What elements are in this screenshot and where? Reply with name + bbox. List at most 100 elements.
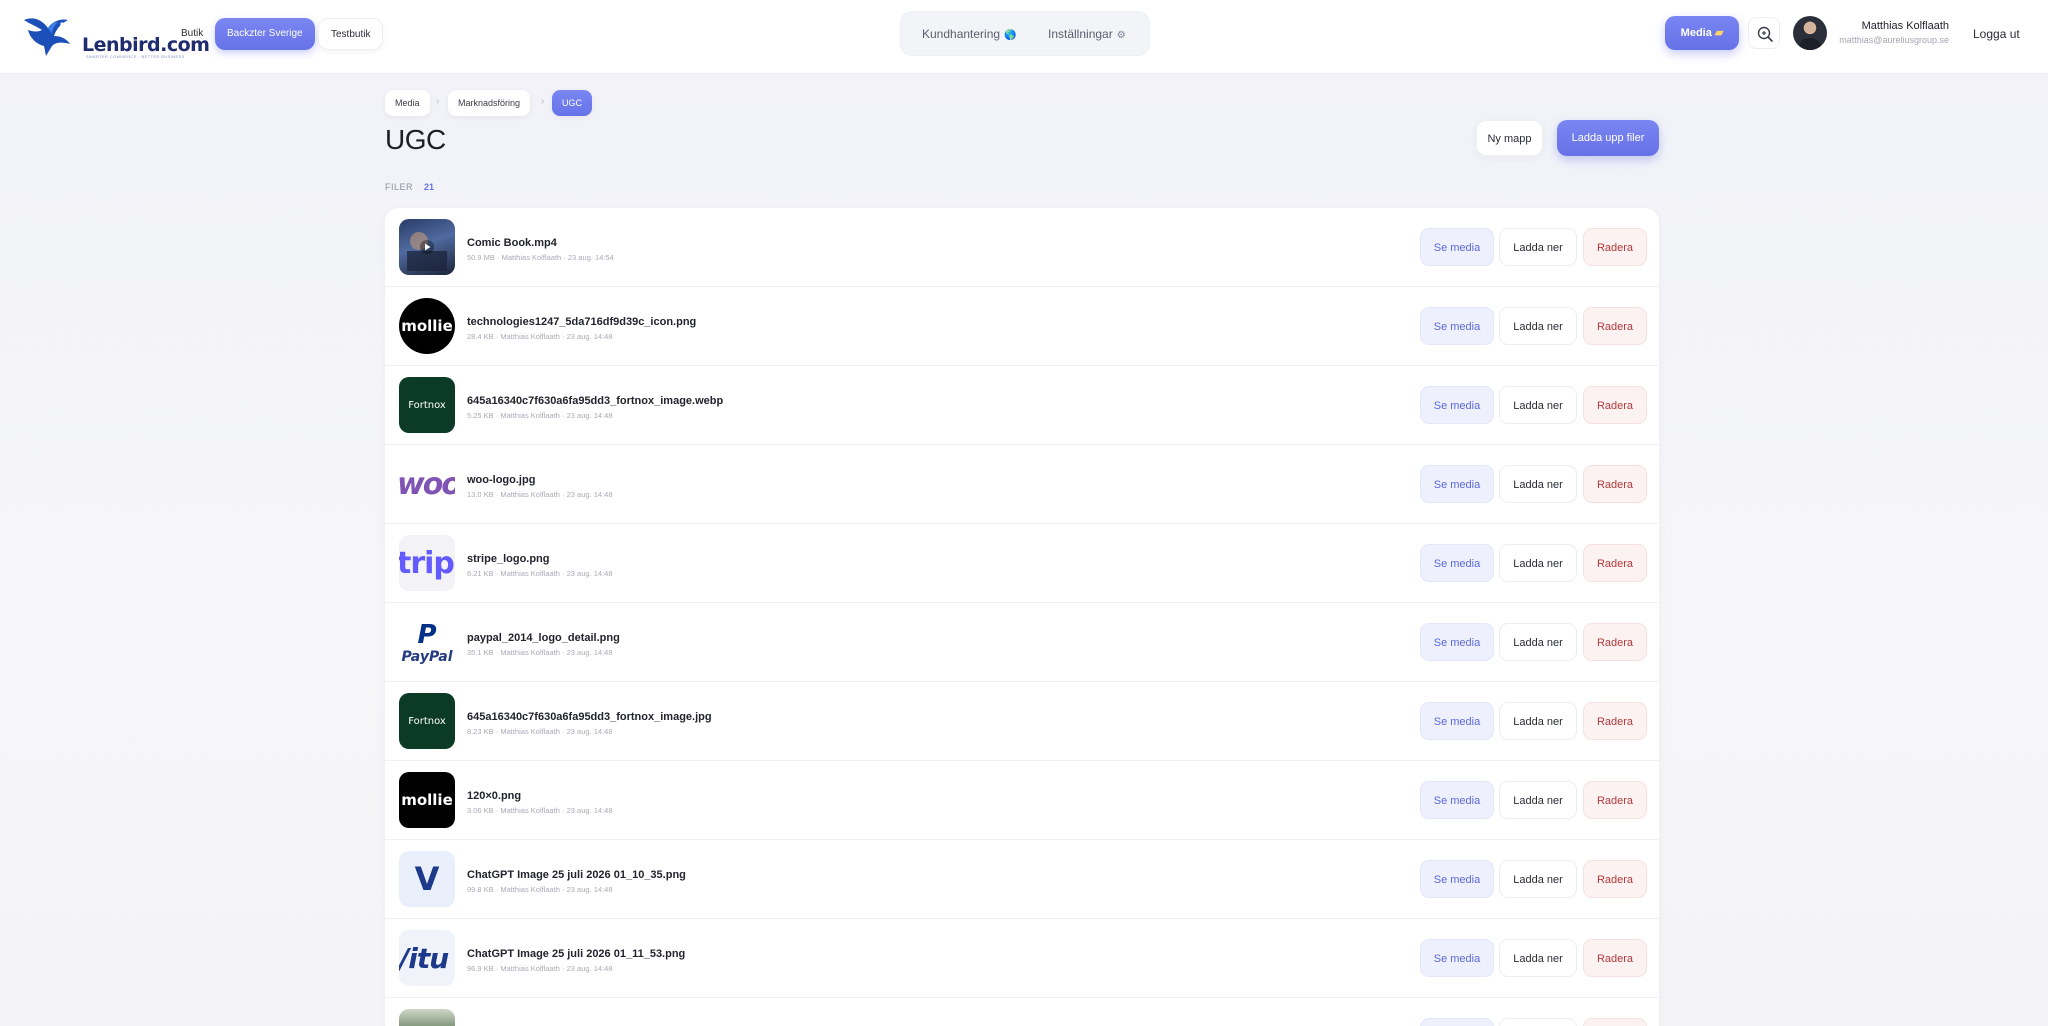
file-row[interactable]: tripe stripe_logo.png 6.21 KB · Matthias… bbox=[385, 524, 1659, 603]
file-row[interactable]: Se media Ladda ner Radera bbox=[385, 998, 1659, 1026]
file-row[interactable]: woo woo-logo.jpg 13.0 KB · Matthias Kolf… bbox=[385, 445, 1659, 524]
view-media-button[interactable]: Se media bbox=[1420, 228, 1494, 266]
file-meta: 35.1 KB · Matthias Kolflaath · 23 aug. 1… bbox=[467, 648, 613, 657]
view-media-button[interactable]: Se media bbox=[1420, 465, 1494, 503]
lenbird-logo[interactable]: Lenbird.com SMARTER COMMERCE · BETTER BU… bbox=[20, 10, 210, 60]
file-name: Comic Book.mp4 bbox=[467, 237, 557, 249]
files-count-badge: 21 bbox=[424, 182, 435, 192]
download-button[interactable]: Ladda ner bbox=[1499, 860, 1577, 898]
mollie-logo: mollie bbox=[399, 298, 455, 354]
file-row[interactable]: V ChatGPT Image 25 juli 2026 01_10_35.pn… bbox=[385, 840, 1659, 919]
file-row[interactable]: Fortnox 645a16340c7f630a6fa95dd3_fortnox… bbox=[385, 366, 1659, 445]
media-button[interactable]: Media ▰ bbox=[1665, 16, 1739, 50]
delete-button[interactable]: Radera bbox=[1583, 939, 1647, 977]
view-media-button[interactable]: Se media bbox=[1420, 939, 1494, 977]
thumb-label: mollie bbox=[401, 791, 453, 809]
file-meta: 28.4 KB · Matthias Kolflaath · 23 aug. 1… bbox=[467, 332, 613, 341]
delete-button[interactable]: Radera bbox=[1583, 623, 1647, 661]
view-media-button[interactable]: Se media bbox=[1420, 860, 1494, 898]
new-folder-button[interactable]: Ny mapp bbox=[1476, 120, 1543, 156]
image-thumbnail[interactable]: tripe bbox=[399, 535, 455, 591]
page-title: UGC bbox=[385, 124, 446, 155]
thumb-label: tripe bbox=[399, 545, 455, 581]
image-thumbnail[interactable]: Fortnox bbox=[399, 693, 455, 749]
download-button[interactable]: Ladda ner bbox=[1499, 307, 1577, 345]
breadcrumb-separator-icon: › bbox=[541, 96, 545, 107]
view-media-button[interactable]: Se media bbox=[1420, 544, 1494, 582]
search-button[interactable] bbox=[1748, 17, 1780, 49]
view-media-button[interactable]: Se media bbox=[1420, 386, 1494, 424]
main-nav: Kundhantering 🌎 Inställningar ⚙ bbox=[900, 11, 1150, 56]
store-backzter-sverige-button[interactable]: Backzter Sverige bbox=[215, 18, 315, 50]
delete-button[interactable]: Radera bbox=[1583, 702, 1647, 740]
delete-button[interactable]: Radera bbox=[1583, 544, 1647, 582]
file-name: 645a16340c7f630a6fa95dd3_fortnox_image.j… bbox=[467, 711, 712, 723]
view-media-button[interactable]: Se media bbox=[1420, 702, 1494, 740]
file-row[interactable]: P PayPal paypal_2014_logo_detail.png 35.… bbox=[385, 603, 1659, 682]
file-row[interactable]: Fortnox 645a16340c7f630a6fa95dd3_fortnox… bbox=[385, 682, 1659, 761]
file-meta: 96.9 KB · Matthias Kolflaath · 23 aug. 1… bbox=[467, 964, 613, 973]
image-thumbnail[interactable]: P PayPal bbox=[399, 614, 455, 670]
delete-button[interactable]: Radera bbox=[1583, 386, 1647, 424]
delete-button[interactable]: Radera bbox=[1583, 465, 1647, 503]
file-row[interactable]: Comic Book.mp4 50.9 MB · Matthias Kolfla… bbox=[385, 208, 1659, 287]
thumb-label: PayPal bbox=[401, 649, 453, 665]
store-butik-label[interactable]: Butik bbox=[169, 18, 215, 50]
image-thumbnail[interactable]: Fortnox bbox=[399, 377, 455, 433]
delete-button[interactable]: Radera bbox=[1583, 781, 1647, 819]
globe-icon: 🌎 bbox=[1004, 30, 1017, 41]
user-name: Matthias Kolflaath bbox=[1861, 20, 1949, 32]
view-media-button[interactable]: Se media bbox=[1420, 307, 1494, 345]
download-button[interactable]: Ladda ner bbox=[1499, 386, 1577, 424]
delete-button[interactable]: Radera bbox=[1583, 307, 1647, 345]
image-thumbnail[interactable]: mollie bbox=[399, 772, 455, 828]
file-name: 120×0.png bbox=[467, 790, 522, 802]
user-avatar[interactable] bbox=[1793, 16, 1827, 50]
download-button[interactable]: Ladda ner bbox=[1499, 939, 1577, 977]
file-row[interactable]: /itu ChatGPT Image 25 juli 2026 01_11_53… bbox=[385, 919, 1659, 998]
file-name: ChatGPT Image 25 juli 2026 01_11_53.png bbox=[467, 948, 686, 960]
file-name: woo-logo.jpg bbox=[467, 474, 536, 486]
file-meta: 99.8 KB · Matthias Kolflaath · 23 aug. 1… bbox=[467, 885, 613, 894]
download-button[interactable]: Ladda ner bbox=[1499, 623, 1577, 661]
nav-kundhantering[interactable]: Kundhantering 🌎 bbox=[922, 12, 1017, 57]
download-button[interactable]: Ladda ner bbox=[1499, 228, 1577, 266]
video-thumbnail[interactable] bbox=[399, 219, 455, 275]
nav-installningar[interactable]: Inställningar ⚙ bbox=[1048, 12, 1126, 57]
view-media-button[interactable]: Se media bbox=[1420, 623, 1494, 661]
file-name: paypal_2014_logo_detail.png bbox=[467, 632, 620, 644]
download-button[interactable]: Ladda ner bbox=[1499, 702, 1577, 740]
file-name: ChatGPT Image 25 juli 2026 01_10_35.png bbox=[467, 869, 686, 881]
media-button-label: Media bbox=[1680, 27, 1712, 39]
breadcrumb-marknadsforing[interactable]: Marknadsföring bbox=[448, 90, 531, 116]
delete-button[interactable]: Radera bbox=[1583, 860, 1647, 898]
view-media-button[interactable]: Se media bbox=[1420, 1018, 1494, 1026]
download-button[interactable]: Ladda ner bbox=[1499, 544, 1577, 582]
download-button[interactable]: Ladda ner bbox=[1499, 781, 1577, 819]
file-meta: 5.25 KB · Matthias Kolflaath · 23 aug. 1… bbox=[467, 411, 613, 420]
file-meta: 50.9 MB · Matthias Kolflaath · 23 aug. 1… bbox=[467, 253, 614, 262]
upload-files-button[interactable]: Ladda upp filer bbox=[1557, 120, 1659, 156]
store-testbutik-button[interactable]: Testbutik bbox=[318, 18, 384, 50]
photo-thumbnail[interactable] bbox=[399, 1009, 455, 1026]
image-thumbnail[interactable]: /itu bbox=[399, 930, 455, 986]
image-thumbnail[interactable]: woo bbox=[399, 456, 455, 512]
logout-link[interactable]: Logga ut bbox=[1973, 27, 2020, 41]
paypal-p-icon: P bbox=[417, 620, 437, 650]
download-button[interactable]: Ladda ner bbox=[1499, 465, 1577, 503]
view-media-button[interactable]: Se media bbox=[1420, 781, 1494, 819]
breadcrumb-ugc[interactable]: UGC bbox=[552, 90, 592, 116]
file-row[interactable]: mollie 120×0.png 3.06 KB · Matthias Kolf… bbox=[385, 761, 1659, 840]
nav-installningar-label: Inställningar bbox=[1048, 27, 1113, 41]
zoom-search-icon bbox=[1757, 26, 1773, 42]
file-name: technologies1247_5da716df9d39c_icon.png bbox=[467, 316, 697, 328]
delete-button[interactable]: Radera bbox=[1583, 228, 1647, 266]
thumb-label: woo bbox=[399, 466, 455, 502]
breadcrumb-media[interactable]: Media bbox=[385, 90, 430, 116]
gear-icon: ⚙ bbox=[1116, 30, 1126, 41]
image-thumbnail[interactable]: mollie bbox=[399, 298, 455, 354]
delete-button[interactable]: Radera bbox=[1583, 1018, 1647, 1026]
image-thumbnail[interactable]: V bbox=[399, 851, 455, 907]
download-button[interactable]: Ladda ner bbox=[1499, 1018, 1577, 1026]
file-row[interactable]: mollie technologies1247_5da716df9d39c_ic… bbox=[385, 287, 1659, 366]
